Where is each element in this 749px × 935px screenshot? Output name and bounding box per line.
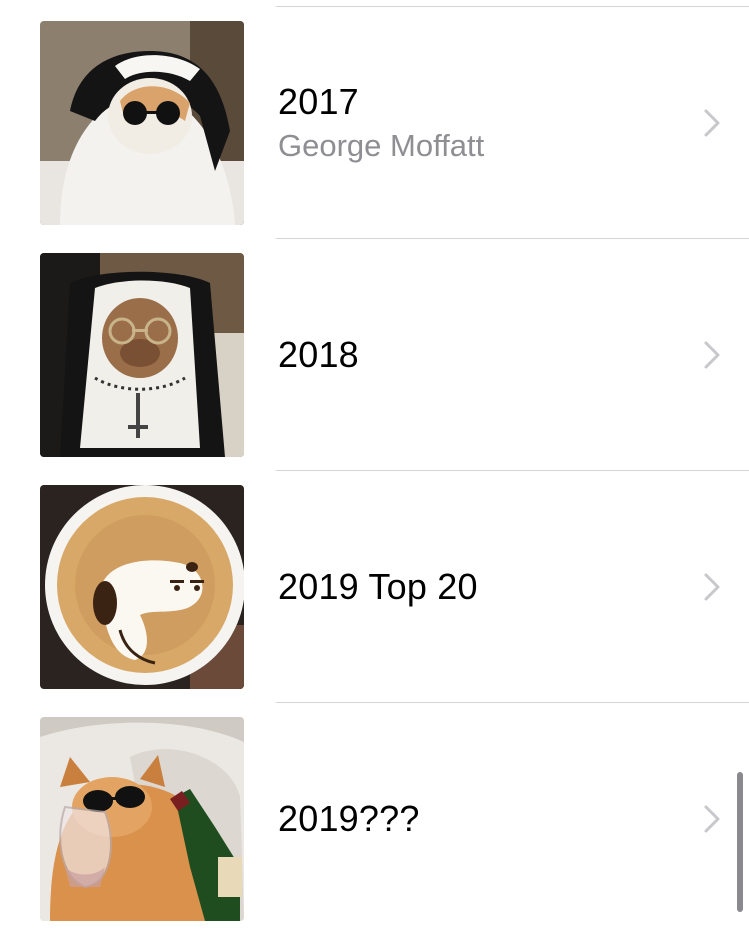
album-title: 2018 [278,334,359,375]
album-title: 2019 Top 20 [278,566,478,607]
chevron-right-icon [704,341,720,369]
album-texts: 2018 [278,239,669,471]
album-thumbnail [40,717,244,921]
album-row-2019-top-20[interactable]: 2019 Top 20 [0,471,749,703]
chevron-right-icon [704,109,720,137]
album-thumbnail [40,253,244,457]
album-texts: 2017 George Moffatt [278,7,669,239]
album-row-2018[interactable]: 2018 [0,239,749,471]
album-texts: 2019 Top 20 [278,471,669,703]
album-title: 2019??? [278,798,420,839]
chevron-right-icon [704,805,720,833]
album-thumbnail [40,21,244,225]
album-thumbnail [40,485,244,689]
album-row-2017[interactable]: 2017 George Moffatt [0,7,749,239]
album-subtitle: George Moffatt [278,128,485,163]
vertical-scrollbar[interactable] [737,772,743,912]
chevron-right-icon [704,573,720,601]
album-list: 2017 George Moffatt 2018 2019 Top 20 201… [0,0,749,934]
album-texts: 2019??? [278,703,669,935]
album-row-2019[interactable]: 2019??? [0,703,749,935]
album-title: 2017 [278,81,359,122]
